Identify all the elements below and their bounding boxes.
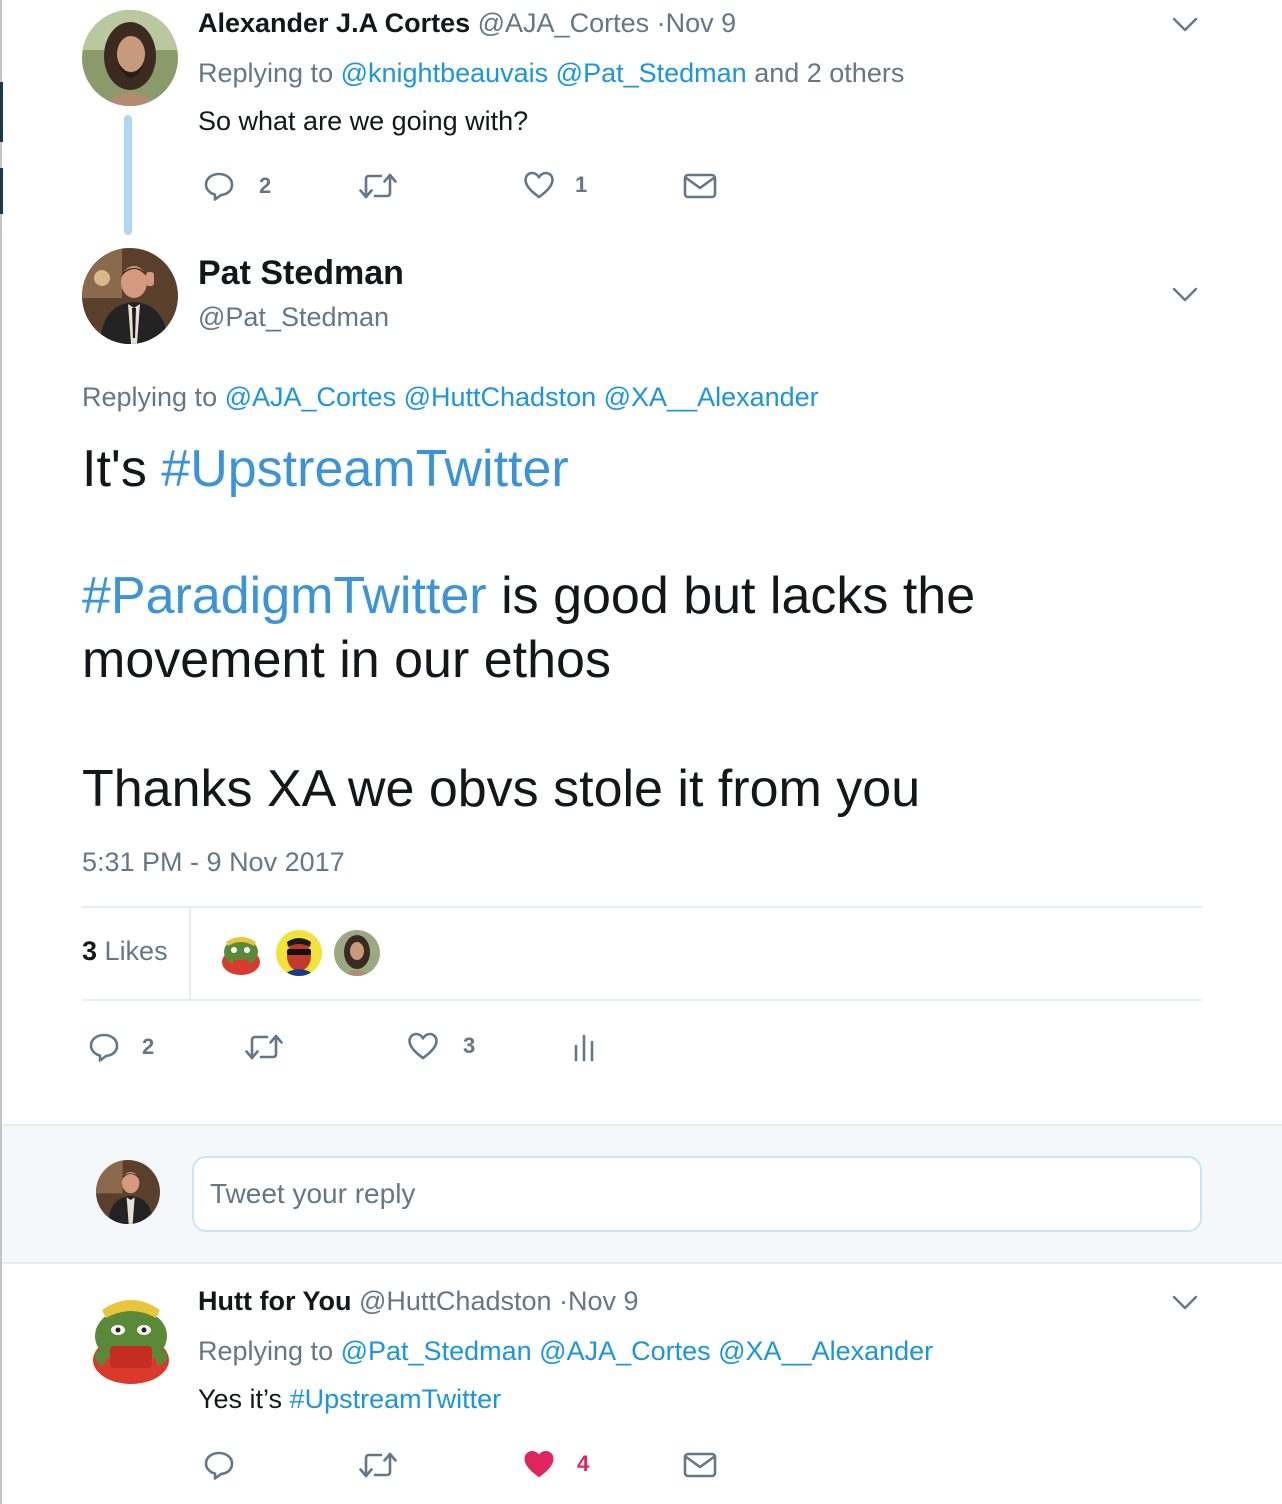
others-link[interactable]: and 2 others: [754, 58, 904, 88]
reply-count: 2: [142, 1034, 155, 1059]
like-count: 1: [575, 172, 588, 197]
current-user-avatar[interactable]: [96, 1160, 160, 1224]
likes-stat[interactable]: 3 Likes: [82, 936, 168, 967]
divider: [82, 906, 1202, 908]
retweet-button[interactable]: [358, 170, 398, 202]
mail-icon: [683, 172, 717, 200]
reply-input[interactable]: Tweet your reply: [192, 1156, 1202, 1232]
like-button[interactable]: 1: [523, 170, 587, 200]
liker-avatar-xa[interactable]: [276, 930, 322, 976]
like-count: 4: [577, 1451, 590, 1476]
mention-link[interactable]: @knightbeauvais: [341, 58, 549, 88]
tweet-date[interactable]: ·Nov 9: [559, 1286, 639, 1316]
retweet-icon: [358, 1449, 398, 1481]
tweet-text: So what are we going with?: [198, 106, 529, 136]
window-edge: [0, 0, 2, 1504]
retweet-button[interactable]: [358, 1449, 398, 1481]
replying-to-label: Replying to: [198, 1336, 334, 1366]
mention-link[interactable]: @AJA_Cortes: [539, 1336, 710, 1366]
window-edge-accent: [0, 82, 3, 142]
reply-button[interactable]: 2: [203, 170, 271, 202]
text-fragment: It's: [82, 440, 147, 498]
reply-placeholder: Tweet your reply: [210, 1178, 416, 1209]
hashtag-link[interactable]: #ParadigmTwitter: [82, 567, 487, 625]
replying-to: Replying to @knightbeauvais @Pat_Stedman…: [198, 58, 904, 89]
replying-to: Replying to @Pat_Stedman @AJA_Cortes @XA…: [198, 1336, 933, 1367]
tweet-text: Yes it’s #UpstreamTwitter: [198, 1384, 501, 1415]
replying-to-label: Replying to: [198, 58, 334, 88]
replying-to: Replying to @AJA_Cortes @HuttChadston @X…: [82, 382, 819, 413]
likes-number: 3: [82, 936, 98, 966]
tweet-text-line-2: #ParadigmTwitter is good but lacks the: [82, 564, 975, 628]
text-fragment: Yes it’s: [198, 1384, 283, 1414]
reply-button[interactable]: 2: [88, 1031, 154, 1063]
dm-button[interactable]: [683, 1451, 717, 1479]
author-handle[interactable]: @AJA_Cortes: [478, 8, 649, 38]
author-handle[interactable]: @HuttChadston: [359, 1286, 552, 1316]
chevron-down-icon[interactable]: [1172, 1295, 1198, 1311]
reply-button[interactable]: [203, 1449, 235, 1481]
avatar-hutt[interactable]: [86, 1290, 176, 1386]
tweet-header: Alexander J.A Cortes @AJA_Cortes ·Nov 9: [198, 8, 736, 39]
hashtag-link[interactable]: #UpstreamTwitter: [290, 1384, 502, 1414]
avatar-alexander[interactable]: [82, 10, 178, 106]
like-button[interactable]: 3: [407, 1031, 475, 1061]
retweet-icon: [358, 170, 398, 202]
heart-filled-icon: [523, 1449, 555, 1479]
tweet-date[interactable]: ·Nov 9: [657, 8, 737, 38]
tweet-text-line-4: Thanks XA we obvs stole it from you: [82, 760, 921, 818]
tweet-timestamp[interactable]: 5:31 PM - 9 Nov 2017: [82, 847, 345, 878]
divider: [82, 999, 1202, 1001]
text-fragment: is good but lacks the: [501, 567, 976, 625]
author-name[interactable]: Alexander J.A Cortes: [198, 8, 470, 38]
reply-icon: [203, 1449, 235, 1481]
window-edge-accent: [0, 168, 3, 214]
tweet-text-line-3: movement in our ethos: [82, 631, 611, 689]
mention-link[interactable]: @HuttChadston: [404, 382, 597, 412]
retweet-button[interactable]: [244, 1031, 284, 1063]
like-count: 3: [463, 1033, 476, 1058]
heart-icon: [523, 170, 555, 200]
mail-icon: [683, 1451, 717, 1479]
chevron-down-icon[interactable]: [1172, 17, 1198, 33]
hashtag-link[interactable]: #UpstreamTwitter: [161, 440, 568, 498]
reply-icon: [88, 1031, 120, 1063]
mention-link[interactable]: @Pat_Stedman: [341, 1336, 532, 1366]
tweet-text-line-1: It's #UpstreamTwitter: [82, 437, 569, 501]
analytics-button[interactable]: [572, 1032, 596, 1062]
analytics-icon: [572, 1032, 596, 1062]
retweet-icon: [244, 1031, 284, 1063]
mention-link[interactable]: @AJA_Cortes: [225, 382, 396, 412]
author-name[interactable]: Hutt for You: [198, 1286, 351, 1316]
thread-connector: [124, 115, 132, 235]
liker-avatar-hutt[interactable]: [218, 930, 264, 976]
author-name[interactable]: Pat Stedman: [198, 254, 404, 293]
replying-to-label: Replying to: [82, 382, 218, 412]
author-handle[interactable]: @Pat_Stedman: [198, 302, 389, 333]
heart-icon: [407, 1031, 439, 1061]
like-button-active[interactable]: 4: [523, 1449, 589, 1479]
mention-link[interactable]: @Pat_Stedman: [556, 58, 747, 88]
reply-count: 2: [259, 173, 272, 198]
avatar-pat[interactable]: [82, 248, 178, 344]
divider-vertical: [189, 908, 191, 1000]
chevron-down-icon[interactable]: [1172, 287, 1198, 303]
dm-button[interactable]: [683, 172, 717, 200]
mention-link[interactable]: @XA__Alexander: [604, 382, 819, 412]
tweet-header: Hutt for You @HuttChadston ·Nov 9: [198, 1286, 639, 1317]
likes-label: Likes: [104, 936, 168, 966]
mention-link[interactable]: @XA__Alexander: [718, 1336, 933, 1366]
reply-icon: [203, 170, 235, 202]
liker-avatar-alexander[interactable]: [334, 930, 380, 976]
